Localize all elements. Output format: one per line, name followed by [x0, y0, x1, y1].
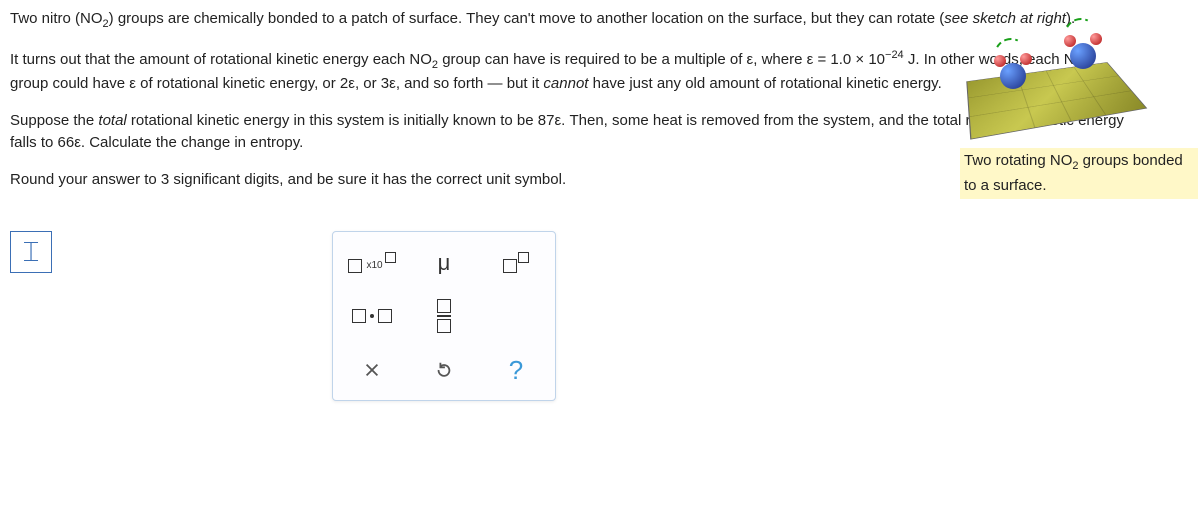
answer-input[interactable]: ⌶: [10, 231, 52, 273]
text: Two nitro: [10, 10, 75, 27]
text: Suppose the: [10, 112, 98, 129]
no2-molecule: [1070, 43, 1096, 69]
no2: NO: [409, 51, 432, 68]
palette-reset-button[interactable]: [411, 346, 477, 394]
text: groups are chemically bonded to a patch …: [114, 10, 945, 27]
palette-empty: [483, 292, 549, 340]
formula-open: (NO: [75, 10, 103, 27]
palette-fraction[interactable]: [411, 292, 477, 340]
text: rotational kinetic energy in this system…: [10, 112, 1124, 152]
cannot: cannot: [543, 75, 588, 92]
text: have just any old amount of rotational k…: [588, 75, 941, 92]
text: group can have is required to be a multi…: [438, 51, 885, 68]
palette-clear-button[interactable]: [339, 346, 405, 394]
undo-icon: [435, 361, 453, 379]
symbol-palette: x10 μ ?: [332, 231, 556, 401]
question-icon: ?: [509, 351, 523, 390]
surface-plane: [966, 62, 1147, 139]
x-icon: [363, 361, 381, 379]
palette-scientific-notation[interactable]: x10: [339, 238, 405, 286]
text: group could have ε of rotational kinetic…: [10, 75, 543, 92]
text: It turns out that the amount of rotation…: [10, 51, 409, 68]
palette-help-button[interactable]: ?: [483, 346, 549, 394]
cursor-icon: ⌶: [23, 231, 40, 273]
palette-superscript[interactable]: [483, 238, 549, 286]
total: total: [98, 112, 126, 129]
molecule-sketch: [960, 8, 1140, 148]
palette-mu[interactable]: μ: [411, 238, 477, 286]
palette-multiply-boxes[interactable]: [339, 292, 405, 340]
exponent: −24: [885, 49, 904, 61]
sketch-caption: Two rotating NO2 groups bonded to a surf…: [960, 148, 1198, 199]
no2-molecule: [1000, 63, 1026, 89]
